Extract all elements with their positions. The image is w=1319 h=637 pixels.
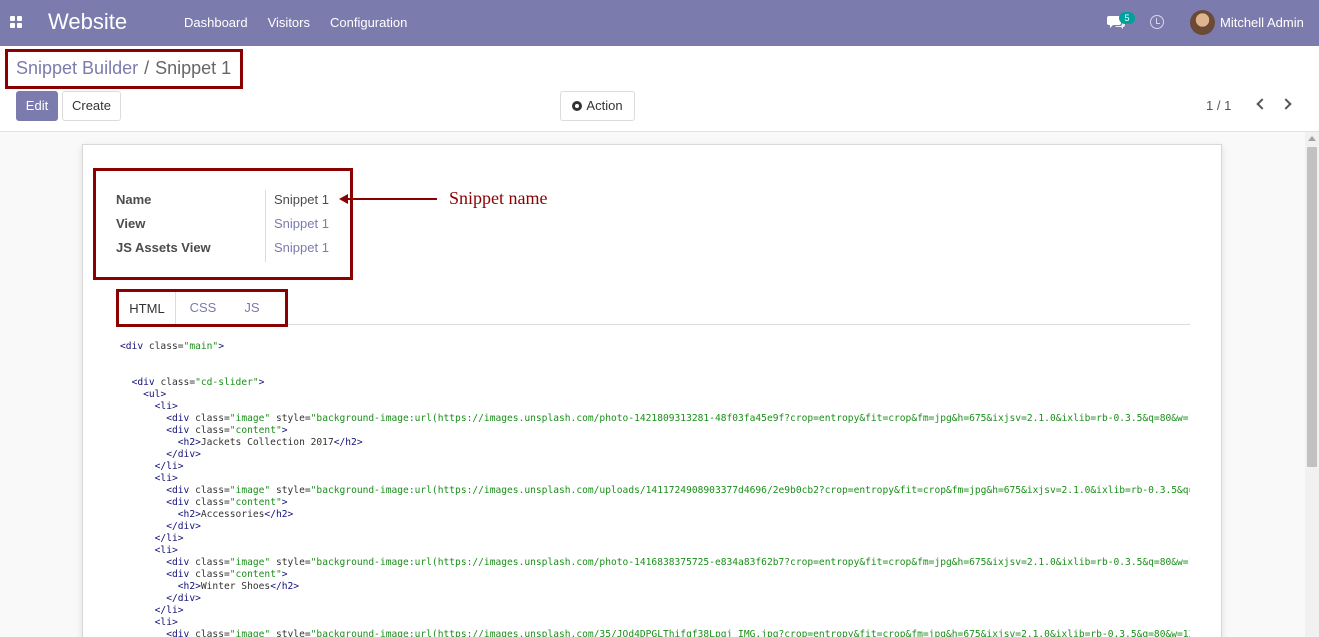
breadcrumb-parent[interactable]: Snippet Builder [16, 58, 138, 78]
edit-button[interactable]: Edit [16, 91, 58, 121]
field-label-name: Name [116, 192, 152, 207]
code-line: <div class="content"> [166, 425, 288, 436]
code-line: <li> [154, 617, 178, 628]
code-line: <div class="content"> [166, 497, 288, 508]
code-line: <li> [154, 401, 178, 412]
field-label-js-assets-view: JS Assets View [116, 240, 211, 255]
annotation-label: Snippet name [449, 188, 548, 208]
code-line: </li> [154, 533, 184, 544]
tab-html[interactable]: HTML [118, 291, 176, 326]
scroll-up-arrow-icon[interactable] [1308, 136, 1316, 141]
field-value-js-assets-view[interactable]: Snippet 1 [274, 240, 329, 255]
user-menu[interactable]: Mitchell Admin [1220, 15, 1304, 30]
code-line: </div> [166, 521, 201, 532]
code-line: <div class="content"> [166, 569, 288, 580]
code-line: <li> [154, 473, 178, 484]
apps-grid-icon[interactable] [10, 16, 23, 29]
code-line: <ul> [143, 389, 167, 400]
message-count-badge: 5 [1119, 12, 1135, 24]
chevron-right-icon[interactable] [1280, 98, 1292, 110]
menu-item-dashboard[interactable]: Dashboard [184, 15, 248, 30]
action-button[interactable]: Action [560, 91, 635, 121]
code-line: <li> [154, 545, 178, 556]
breadcrumb-separator: / [144, 58, 150, 78]
user-avatar[interactable] [1190, 10, 1215, 35]
top-navbar: Website Dashboard Visitors Configuration… [0, 0, 1319, 46]
field-separator [265, 190, 266, 262]
code-line: </div> [166, 449, 201, 460]
scrollbar-thumb[interactable] [1307, 147, 1317, 467]
code-line: <h2>Accessories</h2> [177, 509, 294, 520]
form-sheet: Name View JS Assets View Snippet 1 Snipp… [82, 144, 1222, 637]
main-menu: Dashboard Visitors Configuration [184, 15, 427, 30]
code-line: <div class="image" style="background-ima… [166, 485, 1190, 496]
code-line: <h2>Winter Shoes</h2> [177, 581, 300, 592]
menu-item-visitors[interactable]: Visitors [268, 15, 310, 30]
app-title: Website [48, 9, 128, 34]
code-line: <div class="image" style="background-ima… [166, 629, 1190, 637]
gear-icon [572, 101, 583, 111]
code-line: <div class="main"> [120, 341, 224, 352]
code-line: </li> [154, 605, 184, 616]
pager-value[interactable]: 1 / 1 [1206, 98, 1231, 113]
code-tabs: HTML CSS JS [118, 291, 1190, 326]
code-line: <div class="image" style="background-ima… [166, 557, 1190, 568]
code-line: </div> [166, 593, 201, 604]
tab-css[interactable]: CSS [176, 291, 230, 325]
menu-item-configuration[interactable]: Configuration [330, 15, 407, 30]
breadcrumb: Snippet Builder / Snippet 1 [16, 58, 231, 79]
code-line: </li> [154, 461, 184, 472]
chevron-left-icon[interactable] [1256, 98, 1268, 110]
annotation-arrow-line [345, 198, 437, 200]
html-code-editor[interactable]: <div class="main"> <div class="cd-slider… [120, 341, 1190, 637]
code-line: <div class="image" style="background-ima… [166, 413, 1190, 424]
action-label: Action [586, 98, 623, 113]
tab-js[interactable]: JS [230, 291, 274, 325]
code-line: <div class="cd-slider"> [131, 377, 265, 388]
field-value-name[interactable]: Snippet 1 [274, 192, 329, 207]
field-value-view[interactable]: Snippet 1 [274, 216, 329, 231]
field-label-view: View [116, 216, 146, 231]
create-button[interactable]: Create [62, 91, 121, 121]
code-line: <h2>Jackets Collection 2017</h2> [177, 437, 363, 448]
breadcrumb-current: Snippet 1 [155, 58, 232, 78]
activity-clock-icon[interactable] [1150, 15, 1164, 29]
